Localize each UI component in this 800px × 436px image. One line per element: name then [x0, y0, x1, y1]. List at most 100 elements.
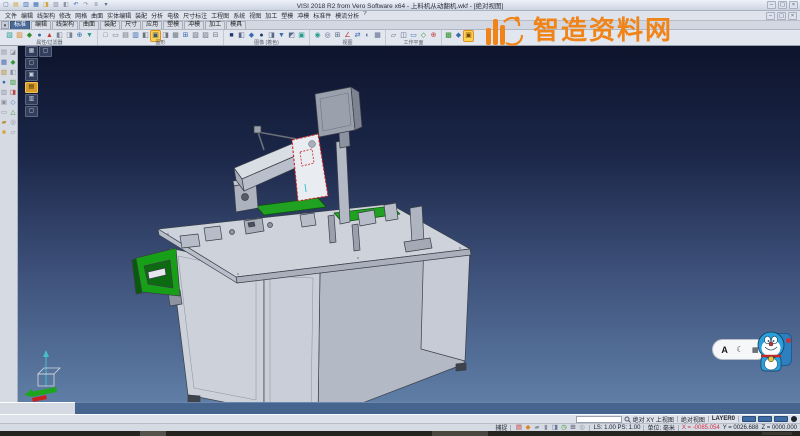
mesh-icon[interactable]: ▨: [9, 78, 17, 87]
redo-icon[interactable]: ↷: [82, 2, 90, 9]
select-icon[interactable]: ▤: [0, 48, 8, 57]
tab-dimension[interactable]: 尺寸: [121, 21, 141, 29]
right-bracket[interactable]: [410, 206, 424, 244]
attribute-icon[interactable]: ▧: [5, 31, 14, 41]
tab-assembly[interactable]: 装配: [100, 21, 120, 29]
view-top-button[interactable]: ▥: [25, 94, 38, 105]
view-name-label[interactable]: 绝对视图: [681, 415, 705, 424]
fixture-block[interactable]: [358, 210, 376, 226]
hatch-icon[interactable]: ▧: [0, 68, 8, 77]
tab-surface[interactable]: 曲面: [79, 21, 99, 29]
color-filter-icon[interactable]: ▨: [15, 31, 24, 41]
texture-icon[interactable]: ▨: [201, 31, 210, 41]
snap-icon[interactable]: ◆: [9, 58, 17, 67]
menu-item[interactable]: 分析: [149, 11, 165, 20]
menu-item[interactable]: 模流分析: [333, 11, 361, 20]
pan-icon[interactable]: ◐: [363, 31, 372, 41]
tab-application[interactable]: 应用: [142, 21, 162, 29]
taskbar-segment[interactable]: [432, 431, 488, 436]
view-side-button[interactable]: ▣: [25, 70, 38, 81]
circle-icon[interactable]: ◎: [9, 118, 17, 127]
grid-display-icon[interactable]: ⊞: [181, 31, 190, 41]
import-icon[interactable]: ◨: [42, 2, 50, 9]
shade-mode-icon[interactable]: ◧: [237, 31, 246, 41]
menu-item[interactable]: 标准件: [311, 11, 333, 20]
layer-button[interactable]: LAYER0: [712, 416, 735, 422]
menu-item[interactable]: 曲面: [89, 11, 105, 20]
section-icon[interactable]: ◨: [9, 88, 17, 97]
machine-model[interactable]: [132, 87, 471, 402]
menu-item[interactable]: 文件: [3, 11, 19, 20]
view-table-button[interactable]: ▦: [25, 46, 38, 57]
mirror-icon[interactable]: ◧: [9, 68, 17, 77]
view-iso-button[interactable]: ▢: [25, 106, 38, 117]
tab-standard[interactable]: 标准: [10, 21, 30, 29]
rect-icon[interactable]: ▭: [0, 108, 8, 117]
save-all-icon[interactable]: ▦: [32, 2, 40, 9]
overflow-icon[interactable]: ▾: [102, 2, 110, 9]
half-section-icon[interactable]: ◧: [141, 31, 150, 41]
search-input[interactable]: [576, 416, 622, 423]
view-extra-button[interactable]: ▢: [39, 46, 52, 57]
tab-wireframe[interactable]: 线架构: [52, 21, 78, 29]
plane-icon[interactable]: ▣: [0, 98, 8, 107]
layers-icon[interactable]: ▥: [0, 88, 8, 97]
search-icon[interactable]: [624, 416, 631, 423]
active-mode-icon[interactable]: ▣: [464, 31, 473, 41]
mesh-display-icon[interactable]: ▦: [171, 31, 180, 41]
open-file-icon[interactable]: ▤: [12, 2, 20, 9]
hidden-line-icon[interactable]: ▭: [111, 31, 120, 41]
menu-item[interactable]: 系统: [231, 11, 247, 20]
clip-icon[interactable]: ⊟: [211, 31, 220, 41]
multi-view-icon[interactable]: ▦: [373, 31, 382, 41]
save-icon[interactable]: ▥: [22, 2, 30, 9]
status-indicator-box[interactable]: [774, 416, 788, 422]
taskbar-segment[interactable]: [140, 431, 166, 436]
moon-icon[interactable]: ☾: [736, 345, 743, 354]
status-indicator-circle[interactable]: [791, 416, 797, 422]
tab-dropdown-button[interactable]: ▾: [1, 21, 9, 29]
menu-item[interactable]: 编辑: [19, 11, 35, 20]
box-icon[interactable]: ■: [0, 128, 8, 137]
tab-mould[interactable]: 塑模: [163, 21, 183, 29]
menu-item[interactable]: 网格: [73, 11, 89, 20]
layer-filter-icon[interactable]: ◆: [25, 31, 34, 41]
shaded-edges-icon[interactable]: ▥: [131, 31, 140, 41]
diamond-icon[interactable]: ◇: [9, 98, 17, 107]
shaded-cube-icon[interactable]: ■: [227, 31, 236, 41]
shaded-icon[interactable]: ▤: [121, 31, 130, 41]
fixture-block[interactable]: [300, 213, 316, 227]
menu-item[interactable]: 修改: [57, 11, 73, 20]
menu-item[interactable]: ?: [361, 11, 368, 20]
taskbar-tray[interactable]: [762, 432, 792, 435]
menu-item[interactable]: 工程图: [209, 11, 231, 20]
hatch-display-icon[interactable]: ▧: [191, 31, 200, 41]
zoom-window-icon[interactable]: ◎: [323, 31, 332, 41]
add-filter-icon[interactable]: ⊕: [75, 31, 84, 41]
trim-icon[interactable]: ◪: [9, 48, 17, 57]
workplane-icon[interactable]: ▱: [389, 31, 398, 41]
tab-die[interactable]: 冲模: [184, 21, 204, 29]
tab-edit[interactable]: 编辑: [31, 21, 51, 29]
view-active-button[interactable]: ▤: [25, 82, 38, 93]
triangle-icon[interactable]: △: [9, 108, 17, 117]
close-button[interactable]: ×: [788, 12, 797, 20]
wireframe-view-icon[interactable]: □: [101, 31, 110, 41]
view-grid-icon[interactable]: ⊞: [333, 31, 342, 41]
menu-item[interactable]: 装配: [133, 11, 149, 20]
status-indicator-box[interactable]: [742, 416, 756, 422]
cam-icon[interactable]: ▩: [444, 31, 453, 41]
rotate-view-icon[interactable]: ⇄: [353, 31, 362, 41]
tab-tooling[interactable]: 模具: [226, 21, 246, 29]
viewport-3d[interactable]: ▢ ▦▢▣▤▥▢: [18, 46, 800, 402]
minimize-button[interactable]: –: [767, 1, 776, 9]
fixture-block[interactable]: [204, 226, 222, 241]
status-indicator-box[interactable]: [758, 416, 772, 422]
bar-icon[interactable]: ▰: [0, 118, 8, 127]
background-icon[interactable]: ◩: [287, 31, 296, 41]
point-icon[interactable]: ●: [0, 78, 8, 87]
origin-icon[interactable]: ⊕: [429, 31, 438, 41]
maximize-button[interactable]: ▢: [778, 1, 787, 9]
menu-item[interactable]: 电极: [165, 11, 181, 20]
menu-item[interactable]: 实体编辑: [105, 11, 133, 20]
